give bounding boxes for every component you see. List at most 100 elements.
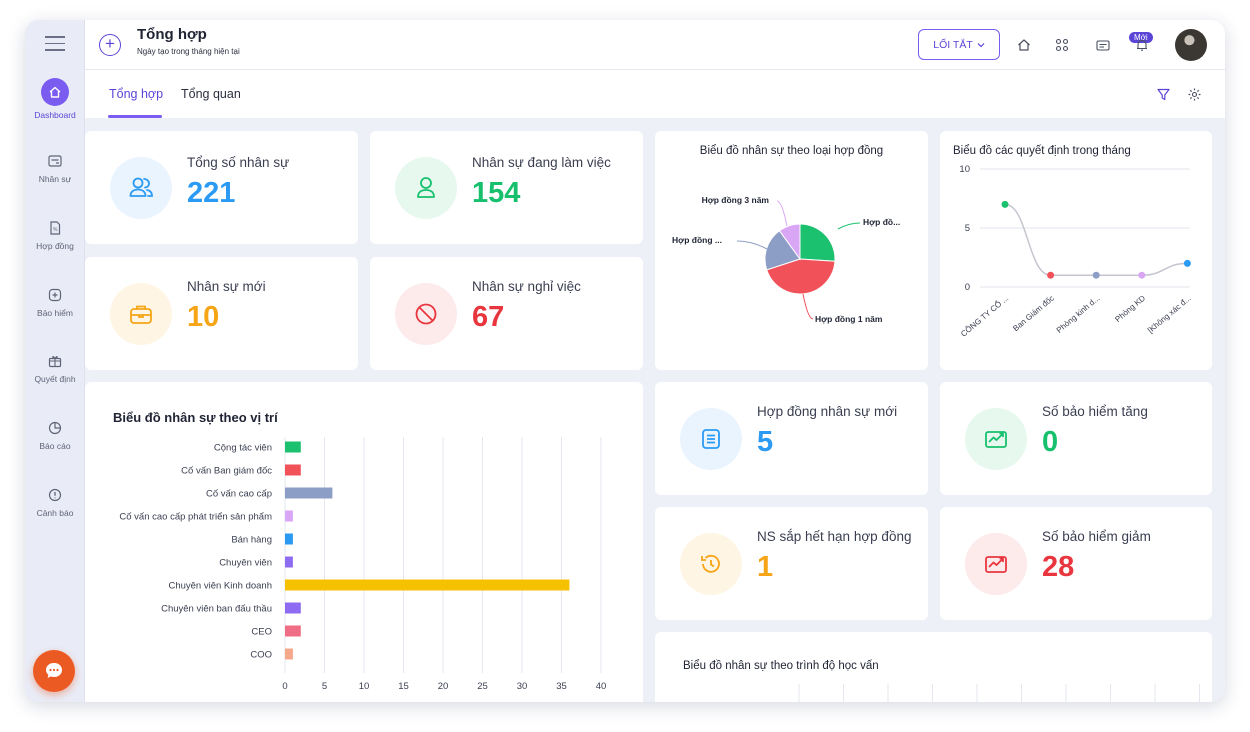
stat-card-new-contract: Hợp đồng nhân sự mới 5: [655, 382, 928, 495]
sidebar-item-label: Báo cáo: [39, 441, 71, 451]
bar: [285, 464, 301, 476]
x-tick-label: CÔNG TY CỔ ...: [959, 294, 1010, 339]
series-line: [1004, 203, 1188, 276]
x-tick-label: Phòng kinh d...: [1055, 294, 1102, 335]
stat-value: 221: [187, 177, 236, 209]
pie-leader-line: [837, 222, 861, 230]
data-point: [1138, 271, 1146, 279]
x-tick-label: [Không xác đ...: [1146, 294, 1193, 335]
bell-icon[interactable]: [1134, 37, 1150, 53]
sidebar-item-label: Bảo hiểm: [37, 308, 73, 318]
stat-card-new: Nhân sự mới 10: [85, 257, 358, 370]
x-tick-label: 0: [282, 681, 287, 692]
sidebar-item-nhan-su[interactable]: Nhân sự: [25, 153, 85, 184]
chevron-down-icon: [977, 42, 985, 47]
history-icon: [680, 533, 742, 595]
sidebar-item-quyet-dinh[interactable]: Quyết định: [25, 353, 85, 384]
y-tick-label: 10: [959, 164, 970, 175]
page-subtitle: Ngày tạo trong tháng hiện tại: [137, 47, 240, 56]
sidebar-item-hop-dong[interactable]: % Hợp đồng: [25, 220, 85, 251]
alert-icon: [48, 488, 62, 502]
stat-value: 5: [757, 426, 774, 458]
stat-card-expiring: NS sắp hết hạn hợp đồng 1: [655, 507, 928, 620]
bar: [285, 441, 301, 453]
bar: [285, 510, 293, 522]
tab-active-indicator: [108, 115, 162, 118]
data-point: [1092, 271, 1100, 279]
user-avatar[interactable]: [1175, 29, 1207, 61]
settings-gear-icon[interactable]: [1187, 87, 1202, 102]
education-bar-chart: Thạc sĩ: [798, 684, 1200, 702]
data-point: [1001, 200, 1009, 208]
menu-icon[interactable]: [45, 36, 65, 52]
sidebar-item-label: Nhân sự: [38, 174, 72, 184]
stat-label: Nhân sự đang làm việc: [472, 155, 611, 170]
apps-grid-icon[interactable]: [1054, 37, 1070, 53]
message-icon[interactable]: [1095, 37, 1111, 53]
sidebar-item-dashboard[interactable]: Dashboard: [25, 78, 85, 120]
bar: [285, 556, 293, 568]
pie-chart-card: Biểu đồ nhân sự theo loại hợp đồng Hợp đ…: [655, 131, 928, 370]
line-chart-card: Biểu đồ các quyết định trong tháng 0 5 10 C…: [940, 131, 1212, 370]
sidebar-item-label: Cảnh báo: [36, 508, 74, 518]
y-category-label: Chuyên viên ban đấu thầu: [161, 604, 272, 615]
id-card-icon: [48, 155, 62, 167]
stat-value: 28: [1042, 551, 1075, 583]
plus-box-icon: [48, 288, 62, 302]
chat-support-button[interactable]: [33, 650, 75, 692]
tab-bar: Tổng hợp Tổng quan: [85, 70, 1225, 118]
tab-tong-hop[interactable]: Tổng hợp: [109, 87, 163, 101]
pie-slice: [799, 223, 836, 262]
stat-card-insurance-down: Số bảo hiểm giảm 28: [940, 507, 1212, 620]
y-category-label: Cố vấn cao cấp phát triển sản phẩm: [119, 512, 272, 523]
sidebar-item-bao-cao[interactable]: Báo cáo: [25, 420, 85, 451]
shortcut-button[interactable]: LỐI TẮT: [918, 29, 1000, 60]
pie-slice-label: Hợp đồng ...: [672, 235, 722, 245]
y-category-label: COO: [250, 650, 272, 661]
y-category-label: Chuyên viên Kinh doanh: [168, 581, 272, 592]
sidebar-item-canh-bao[interactable]: Cảnh báo: [25, 487, 85, 518]
bar: [285, 579, 570, 591]
line-chart: 0 5 10 CÔNG TY CỔ ... Ban Giám đốcPhòng kinh…: [959, 164, 1193, 339]
document-icon: %: [50, 221, 61, 235]
stat-value: 0: [1042, 426, 1059, 458]
bar: [285, 648, 293, 660]
pie-leader-line: [802, 293, 814, 320]
x-tick-label: Phòng KD: [1113, 293, 1147, 323]
stat-value: 10: [187, 301, 220, 333]
stat-value: 67: [472, 301, 505, 333]
add-button[interactable]: +: [99, 34, 121, 56]
pie-icon: [48, 421, 62, 435]
stat-label: NS sắp hết hạn hợp đồng: [757, 529, 912, 544]
pie-slice-label: Hợp đồng 3 năm: [702, 195, 770, 205]
stat-card-total: Tổng số nhân sự 221: [85, 131, 358, 244]
tab-tong-quan[interactable]: Tổng quan: [181, 87, 241, 101]
home-icon: [41, 78, 69, 106]
pie-leader-line: [776, 200, 788, 227]
shortcut-label: LỐI TẮT: [933, 38, 973, 51]
y-category-label: Cố vấn Ban giám đốc: [181, 466, 272, 477]
filter-icon[interactable]: [1156, 87, 1171, 102]
bar: [285, 533, 293, 545]
stat-card-quit: Nhân sự nghỉ việc 67: [370, 257, 643, 370]
chart-up-icon: [965, 408, 1027, 470]
list-document-icon: [680, 408, 742, 470]
y-category-label: CEO: [251, 627, 272, 638]
pie-chart: Hợp đồ... Hợp đồng 1 năm Hợp đồng ... Hợp đ…: [672, 195, 900, 324]
pie-slice-label: Hợp đồ...: [863, 217, 900, 227]
ban-icon: [395, 283, 457, 345]
y-category-label: Cố vấn cao cấp: [206, 489, 272, 500]
position-bar-chart-card: Biểu đồ nhân sự theo vị trí 0 5 10 15 20 25 30…: [85, 382, 643, 702]
home-outline-icon[interactable]: [1016, 37, 1032, 53]
page-title: Tổng hợp: [137, 26, 207, 43]
stat-card-working: Nhân sự đang làm việc 154: [370, 131, 643, 244]
sidebar-item-label: Hợp đồng: [36, 241, 74, 251]
sidebar-item-bao-hiem[interactable]: Bảo hiểm: [25, 287, 85, 318]
chart-down-icon: [965, 533, 1027, 595]
x-tick-label: 40: [596, 681, 607, 692]
x-tick-label: 25: [477, 681, 488, 692]
x-tick-label: Ban Giám đốc: [1011, 294, 1056, 333]
x-tick-label: 5: [322, 681, 327, 692]
x-tick-label: 30: [517, 681, 528, 692]
y-tick-label: 5: [965, 223, 970, 234]
